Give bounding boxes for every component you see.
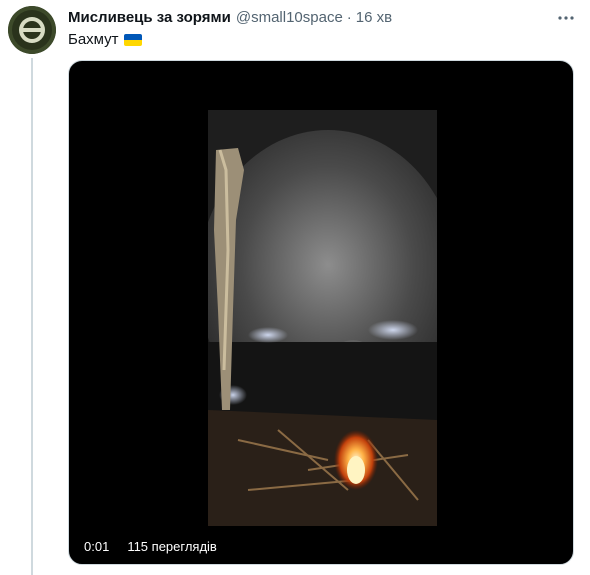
avatar[interactable]: [8, 6, 56, 54]
video-view-count: 115 переглядів: [127, 538, 217, 554]
author-name[interactable]: Мисливець за зорями: [68, 8, 231, 28]
avatar-emblem-icon: [8, 6, 56, 54]
tweet-text-content: Бахмут: [68, 31, 119, 48]
video-elapsed-time: 0:01: [84, 538, 110, 554]
thread-line: [31, 58, 33, 575]
ukraine-flag-icon: [123, 34, 142, 46]
more-options-icon[interactable]: [555, 7, 577, 29]
separator-dot: ·: [346, 9, 352, 26]
tweet-header: Мисливець за зорями @small10space · 16 х…: [68, 8, 578, 28]
video-player[interactable]: 0:01 115 переглядів: [68, 60, 574, 565]
author-handle[interactable]: @small10space: [236, 8, 343, 28]
video-controls: 0:01 115 переглядів: [84, 536, 217, 556]
video-frame[interactable]: [208, 110, 437, 526]
tweet-timestamp[interactable]: 16 хв: [356, 8, 392, 28]
tweet-text: Бахмут: [68, 30, 142, 50]
